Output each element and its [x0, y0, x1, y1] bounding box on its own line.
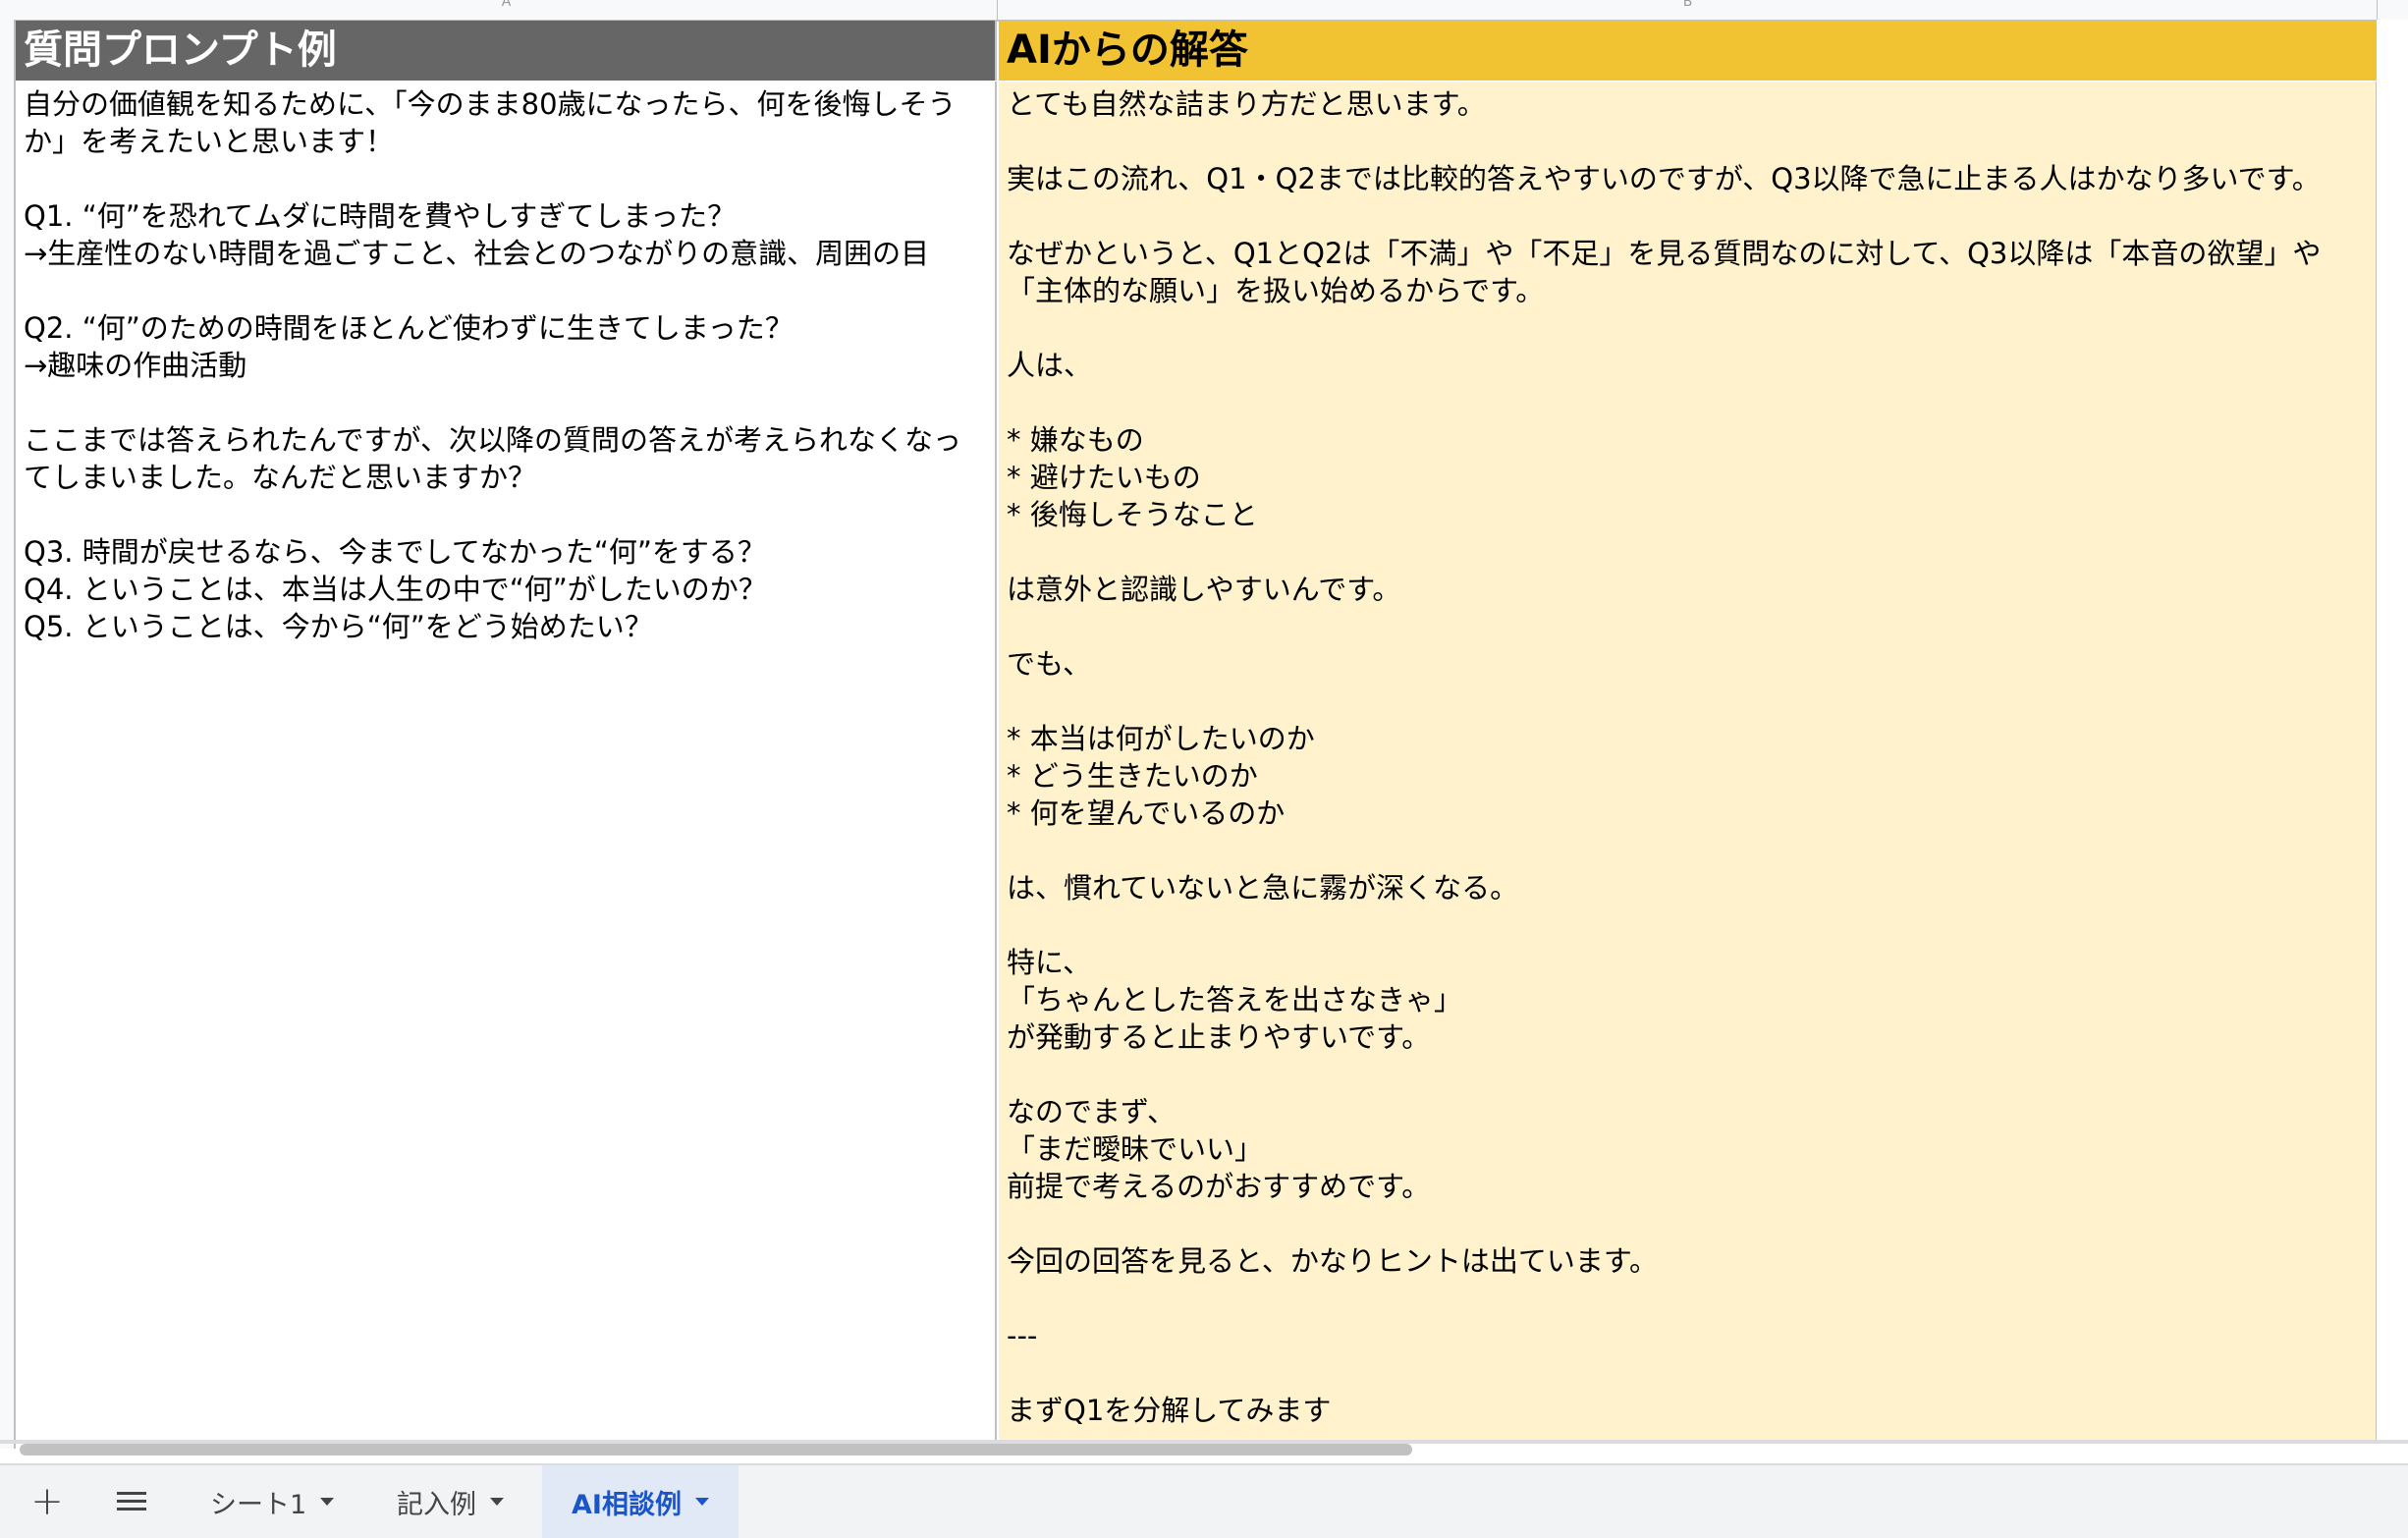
sheet-tab-ai-consultation-active[interactable]: AI相談例	[542, 1465, 739, 1538]
dropdown-arrow-icon[interactable]	[490, 1498, 504, 1506]
cell-prompt-text[interactable]: 自分の価値観を知るために、「今のまま80歳になったら、何を後悔しそうか」を考えた…	[16, 82, 997, 1440]
dropdown-arrow-icon[interactable]	[320, 1498, 335, 1506]
column-header-b[interactable]: B	[999, 0, 2378, 20]
sheet-tab-label: シート1	[210, 1489, 307, 1520]
all-sheets-button[interactable]	[102, 1465, 161, 1538]
dropdown-arrow-icon[interactable]	[694, 1498, 709, 1506]
add-sheet-button[interactable]: +	[22, 1465, 73, 1538]
right-empty-area	[2377, 20, 2408, 1449]
sheet-tab-bar: + シート1 記入例 AI相談例	[0, 1463, 2408, 1538]
column-header-row: A B	[0, 0, 2408, 22]
row-header-gutter	[0, 20, 16, 1449]
header-cell-ai-answer[interactable]: AIからの解答	[999, 21, 2377, 81]
plus-icon: +	[30, 1479, 64, 1524]
sheet-tab-label: 記入例	[397, 1489, 476, 1520]
cell-ai-answer-text[interactable]: とても自然な詰まり方だと思います。 実はこの流れ、Q1・Q2までは比較的答えやす…	[999, 82, 2377, 1440]
answer-text: とても自然な詰まり方だと思います。 実はこの流れ、Q1・Q2までは比較的答えやす…	[1007, 87, 2322, 1427]
sheet-tab-example[interactable]: 記入例	[397, 1465, 504, 1538]
sheet-tab-sheet1[interactable]: シート1	[210, 1465, 335, 1538]
sheet-tab-label: AI相談例	[572, 1489, 682, 1520]
column-header-a[interactable]: A	[16, 0, 998, 20]
menu-icon	[117, 1492, 146, 1511]
horizontal-scrollbar[interactable]	[20, 1444, 1412, 1456]
header-cell-prompt-example[interactable]: 質問プロンプト例	[16, 21, 997, 81]
prompt-text: 自分の価値観を知るために、「今のまま80歳になったら、何を後悔しそうか」を考えた…	[24, 87, 961, 643]
